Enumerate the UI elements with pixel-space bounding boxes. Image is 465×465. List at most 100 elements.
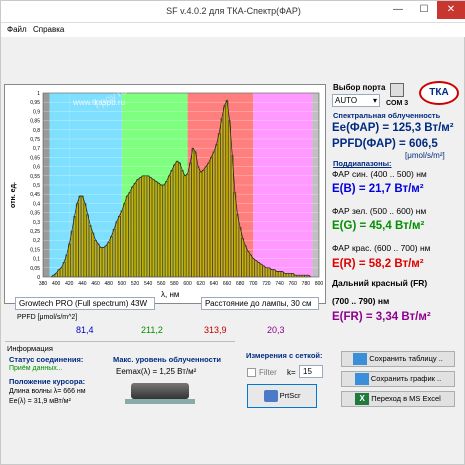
spectrum-bar: [254, 260, 258, 278]
x-tick-label: 800: [315, 281, 324, 287]
menu-bar: Файл Справка: [1, 23, 465, 37]
y-tick-label: 0,35: [30, 211, 40, 217]
spectrum-bar: [104, 245, 108, 278]
spectrum-bar: [181, 170, 184, 278]
x-tick-label: 500: [118, 281, 127, 287]
spectrum-bar: [183, 175, 187, 278]
ppfd-green-value: 211,2: [141, 325, 163, 335]
cursor-irradiance: Ee(λ) = 31,9 мВт/м²: [9, 398, 71, 405]
spectrum-bar: [165, 181, 168, 278]
ee-far-value: Ee(ФАР) = 125,3 Вт/м²: [332, 122, 454, 134]
close-button[interactable]: ✕: [437, 1, 465, 19]
spectrum-bar: [265, 267, 268, 278]
spectrum-bar: [220, 118, 223, 278]
spectrum-bar: [152, 179, 155, 278]
k-label: k=: [287, 368, 296, 377]
spectrum-bar: [146, 175, 150, 278]
info-divider: [5, 341, 235, 342]
y-tick-label: 0,7: [33, 146, 40, 152]
spectrum-bar: [115, 221, 118, 278]
ppfd-row-label: PPFD [μmol/s/m^2]: [17, 314, 78, 321]
spectrum-bar: [167, 175, 171, 278]
chevron-down-icon: ▾: [372, 96, 377, 105]
save-table-button[interactable]: Сохранить таблицу ..: [341, 351, 455, 367]
cursor-label: Положение курсора:: [9, 377, 86, 386]
filter-label: Filter: [259, 368, 277, 377]
y-tick-label: 0,6: [33, 165, 40, 171]
table-icon: [353, 353, 368, 366]
y-tick-label: 0,55: [30, 174, 40, 180]
x-tick-label: 680: [236, 281, 245, 287]
fr-range-nm: (700 .. 790) нм: [332, 296, 390, 306]
spectrum-bar: [249, 254, 252, 278]
spectrum-bar: [241, 238, 245, 278]
spectrum-bar: [236, 214, 239, 278]
printscreen-button[interactable]: PrtScr: [247, 384, 317, 408]
y-tick-label: 0,9: [33, 109, 40, 115]
x-tick-label: 780: [302, 281, 311, 287]
filter-checkbox[interactable]: [247, 368, 256, 377]
y-tick-label: 0,2: [33, 238, 40, 244]
y-tick-label: 0,5: [33, 183, 40, 189]
port-select[interactable]: AUTO ▾: [332, 94, 380, 107]
blue-range-value: E(B) = 21,7 Вт/м²: [332, 183, 424, 195]
spectrum-bar: [86, 214, 89, 278]
spectrum-bar: [223, 105, 226, 278]
x-tick-label: 700: [249, 281, 258, 287]
y-tick-label: 0,3: [33, 220, 40, 226]
fr-range-value: E(FR) = 3,34 Вт/м²: [332, 311, 431, 323]
max-level-value: Eemax(λ) = 1,25 Вт/м²: [116, 367, 197, 376]
y-axis-label: отн. ед.: [10, 182, 17, 208]
spectrum-bar: [102, 247, 105, 278]
spectrum-bar: [112, 228, 116, 278]
spectrum-bar: [89, 225, 92, 278]
red-range-label: ФАР крас. (600 .. 700) нм: [332, 243, 431, 253]
save-graph-button[interactable]: Сохранить график ..: [341, 371, 455, 387]
x-tick-label: 720: [262, 281, 271, 287]
spectrum-bar: [283, 273, 287, 278]
ppfd-red-value: 313,9: [204, 325, 227, 335]
spectrum-bar: [160, 184, 163, 278]
spectrum-bar: [207, 162, 210, 278]
maximize-button[interactable]: ☐: [411, 1, 437, 19]
spectrum-bar: [286, 273, 289, 278]
x-tick-label: 640: [210, 281, 219, 287]
com-port-icon: [390, 83, 404, 97]
y-tick-label: 0,8: [33, 128, 40, 134]
camera-icon: [263, 390, 278, 403]
spectrum-bar: [228, 120, 231, 278]
spectrum-bar: [83, 203, 87, 278]
spectrum-bar: [267, 267, 271, 278]
spectrum-bar: [252, 258, 255, 278]
spectrum-bar: [278, 271, 281, 278]
excel-button[interactable]: X Переход в MS Excel: [341, 391, 455, 407]
ppfd-far-value: PPFD(ФАР) = 606,5: [332, 138, 438, 150]
spectrum-bar: [110, 236, 113, 278]
spectrum-bar: [215, 144, 218, 278]
x-tick-label: 600: [183, 281, 192, 287]
k-input[interactable]: 15: [299, 365, 323, 378]
spectrum-bar: [244, 245, 247, 278]
y-tick-label: 0,1: [33, 257, 40, 263]
spectrum-bar: [275, 271, 279, 278]
spectrum-bar: [131, 186, 134, 278]
y-tick-label: 0,65: [30, 155, 40, 161]
spectrum-bar: [144, 175, 147, 278]
x-tick-label: 380: [39, 281, 48, 287]
spectrum-bar: [141, 175, 145, 278]
spectrum-bar: [238, 227, 242, 278]
port-select-value: AUTO: [335, 96, 358, 105]
y-tick-label: 0,25: [30, 229, 40, 235]
spectrum-bar: [233, 192, 237, 278]
menu-help[interactable]: Справка: [33, 25, 64, 34]
minimize-button[interactable]: —: [385, 1, 411, 19]
x-tick-label: 440: [78, 281, 87, 287]
spectrum-chart[interactable]: 0 0,05 0,1 0,15 0,2 0,25 0,3 0,35 0,4 0,45 0,5 0,55…: [4, 82, 326, 304]
menu-file[interactable]: Файл: [7, 25, 27, 34]
y-tick-label: 0,45: [30, 192, 40, 198]
com-port-label: COM 3: [386, 100, 409, 107]
ppfd-far-unit: [μmol/s/m²]: [405, 151, 445, 160]
spectrum-bar: [259, 263, 263, 278]
sensor-base-icon: [125, 399, 195, 404]
spectrum-bar: [70, 230, 74, 278]
